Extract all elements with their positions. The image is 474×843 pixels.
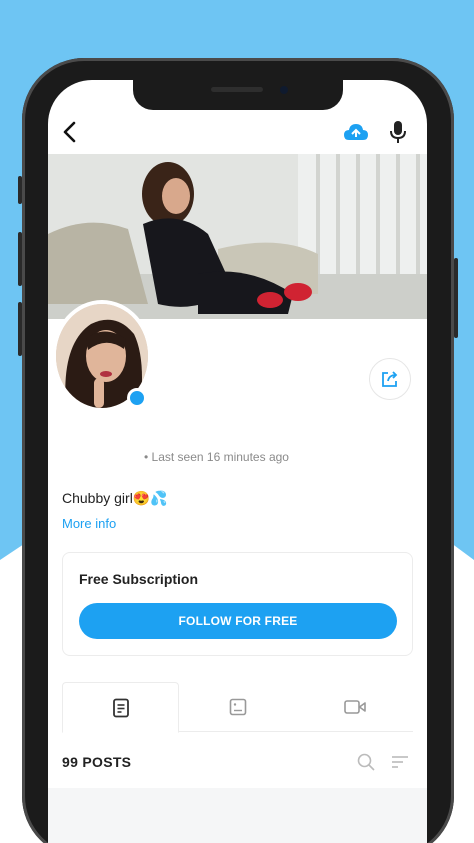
media-tab[interactable] — [179, 682, 296, 732]
search-icon — [357, 753, 375, 771]
microphone-button[interactable] — [382, 116, 414, 148]
microphone-icon — [390, 121, 406, 143]
phone-volume-down — [18, 302, 22, 356]
search-posts-button[interactable] — [354, 750, 378, 774]
chevron-left-icon — [63, 121, 76, 143]
front-camera — [280, 86, 288, 94]
app-screen: • Last seen 16 minutes ago Chubby girl😍💦… — [48, 80, 427, 843]
phone-volume-up — [18, 232, 22, 286]
top-bar — [48, 110, 427, 154]
profile-bio: Chubby girl😍💦 — [62, 490, 168, 506]
last-seen-status: • Last seen 16 minutes ago — [144, 450, 289, 464]
subscription-card: Free Subscription FOLLOW FOR FREE — [62, 552, 413, 656]
video-tab[interactable] — [296, 682, 413, 732]
video-icon — [343, 700, 366, 714]
posts-tab[interactable] — [62, 682, 179, 733]
posts-count: 99 POSTS — [62, 754, 132, 770]
share-button[interactable] — [369, 358, 411, 400]
phone-notch — [133, 78, 343, 110]
profile-avatar[interactable] — [52, 300, 152, 412]
cover-photo — [48, 154, 427, 319]
filter-posts-button[interactable] — [388, 750, 412, 774]
cloud-upload-button[interactable] — [340, 116, 372, 148]
earpiece-speaker — [211, 87, 263, 92]
content-tabs — [62, 682, 413, 733]
phone-side-button — [18, 176, 22, 204]
online-status-indicator — [127, 388, 147, 408]
document-icon — [112, 698, 129, 717]
subscription-title: Free Subscription — [79, 571, 199, 587]
share-icon — [382, 371, 398, 387]
cover-image — [48, 154, 427, 319]
follow-for-free-button[interactable]: FOLLOW FOR FREE — [79, 603, 397, 639]
feed-area — [48, 788, 427, 843]
image-icon — [229, 698, 246, 716]
more-info-link[interactable]: More info — [62, 516, 116, 531]
filter-icon — [392, 756, 408, 768]
posts-header: 99 POSTS — [62, 748, 413, 778]
cloud-upload-icon — [344, 124, 368, 140]
back-button[interactable] — [54, 116, 86, 148]
phone-power-button — [454, 258, 458, 338]
